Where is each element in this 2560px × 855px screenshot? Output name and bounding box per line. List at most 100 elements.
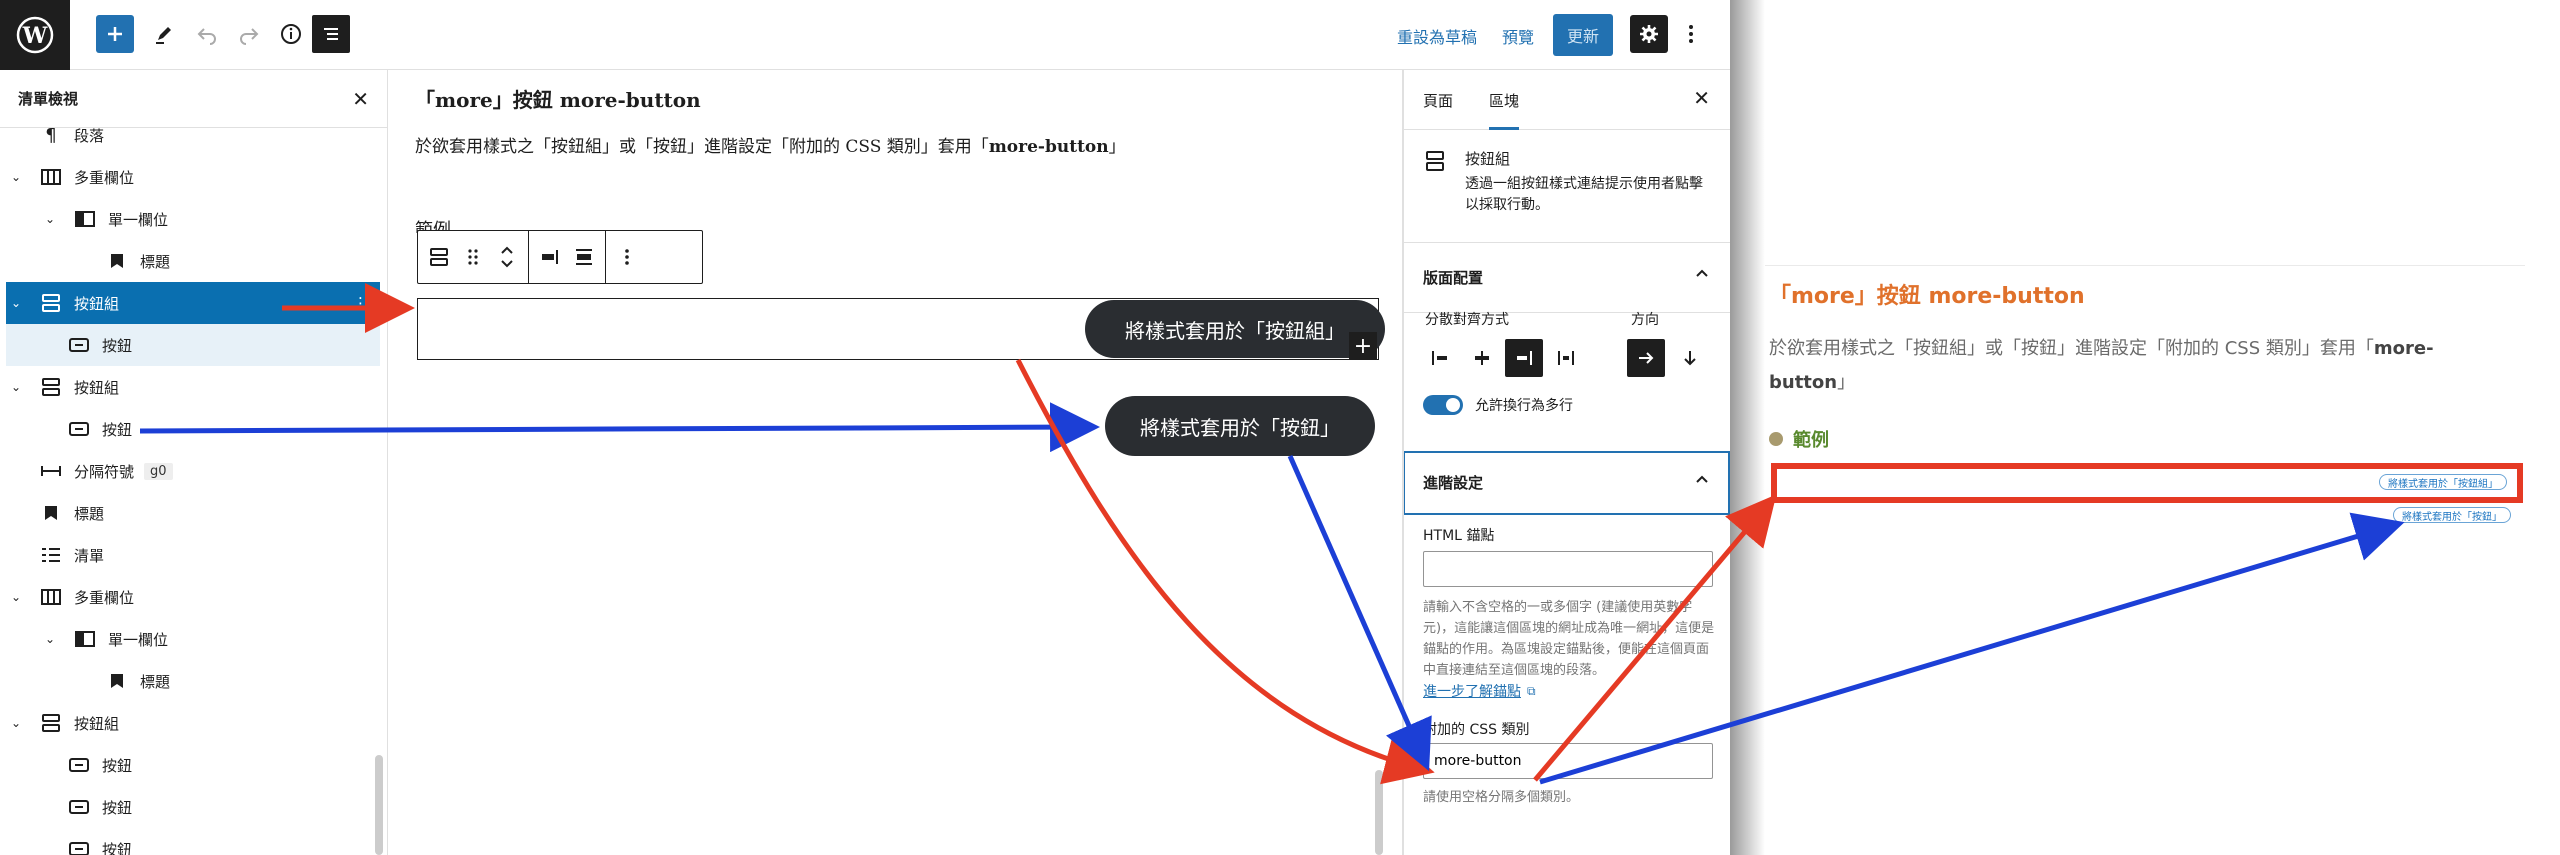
justify-center-icon[interactable]: [1463, 339, 1501, 377]
learn-anchor-link[interactable]: 進一步了解錨點: [1423, 681, 1521, 701]
anchor-tag: g0: [144, 462, 173, 480]
preview-paragraph: 於欲套用樣式之「按鈕組」或「按鈕」進階設定「附加的 CSS 類別」套用「more…: [1769, 332, 2489, 400]
list-item[interactable]: 按鈕: [6, 786, 380, 828]
editor-topbar: W 重設為草稿 預覽 更新: [0, 0, 1730, 70]
annotation-pill-button: 將樣式套用於「按鈕」: [1105, 396, 1375, 456]
bullet-dot-icon: [1769, 432, 1783, 446]
move-up-down-icon[interactable]: [490, 237, 524, 277]
list-item[interactable]: ¶ 段落: [6, 114, 380, 156]
arrow-right-icon[interactable]: [1627, 339, 1665, 377]
separator-icon: [40, 462, 62, 480]
wrap-label: 允許換行為多行: [1475, 398, 1573, 414]
revert-to-draft-button[interactable]: 重設為草稿: [1397, 24, 1477, 48]
css-class-input[interactable]: [1423, 743, 1713, 779]
list-item-label: 按鈕: [102, 840, 133, 855]
list-item[interactable]: ⌄ 多重欄位: [6, 156, 380, 198]
chevron-down-icon[interactable]: ⌄: [6, 170, 26, 184]
canvas-heading[interactable]: 「more」按鈕 more-button: [415, 84, 701, 113]
button-icon: [68, 798, 90, 816]
advanced-panel-body: HTML 錨點 請輸入不含空格的一或多個字 (建議使用英數字元)，這能讓這個區塊…: [1403, 515, 1730, 855]
preview-paragraph-end: 」: [1837, 372, 1856, 393]
chevron-up-icon[interactable]: [1694, 265, 1710, 285]
list-item[interactable]: ⌄ 單一欄位: [6, 198, 380, 240]
list-item[interactable]: ⌄ 單一欄位: [6, 618, 380, 660]
preview-group-button[interactable]: 將樣式套用於「按鈕組」: [2379, 474, 2507, 490]
list-item-label: 多重欄位: [74, 588, 135, 607]
list-item-label: 單一欄位: [108, 630, 169, 649]
button-icon: [68, 420, 90, 438]
sidebar-tabs: 頁面 區塊 ✕: [1403, 70, 1730, 130]
list-item[interactable]: 按鈕: [6, 324, 380, 366]
justify-right-icon[interactable]: [533, 237, 567, 277]
options-icon[interactable]: ⋮: [353, 294, 368, 312]
close-icon[interactable]: ✕: [1693, 86, 1710, 110]
wrap-toggle[interactable]: [1423, 395, 1463, 415]
tab-block[interactable]: 區塊: [1489, 90, 1520, 130]
add-button-icon[interactable]: +: [1349, 332, 1377, 360]
buttons-icon[interactable]: [422, 237, 456, 277]
justify-left-icon[interactable]: [1421, 339, 1459, 377]
preview-heading: 「more」按鈕 more-button: [1769, 284, 2085, 309]
columns-icon: [40, 588, 62, 606]
chevron-down-icon[interactable]: ⌄: [6, 296, 26, 310]
list-item-selected[interactable]: ⌄ 按鈕組 ⋮: [6, 282, 380, 324]
settings-gear-icon[interactable]: [1630, 15, 1668, 53]
chevron-down-icon[interactable]: ⌄: [6, 380, 26, 394]
list-item[interactable]: 按鈕: [6, 408, 380, 450]
list-item[interactable]: ⌄ 按鈕組: [6, 366, 380, 408]
chevron-down-icon[interactable]: ⌄: [40, 212, 60, 226]
wordpress-logo-icon[interactable]: W: [0, 0, 70, 70]
list-view-scrollbar[interactable]: [375, 755, 383, 855]
list-item-label: 按鈕: [102, 798, 133, 817]
tab-page[interactable]: 頁面: [1423, 90, 1453, 111]
list-view-icon[interactable]: [312, 15, 350, 53]
more-options-icon[interactable]: [1672, 15, 1710, 53]
layout-panel-title: 版面配置: [1423, 269, 1484, 287]
vertical-align-icon[interactable]: [567, 237, 601, 277]
settings-sidebar: 頁面 區塊 ✕ 按鈕組 透過一組按鈕樣式連結提示使用者點擊以採取行動。 版面配置…: [1402, 70, 1730, 855]
list-item[interactable]: 按鈕: [6, 828, 380, 855]
list-item-label: 按鈕: [102, 336, 133, 355]
list-item[interactable]: 標題: [6, 660, 380, 702]
list-item-label: 分隔符號: [74, 462, 135, 481]
list-item[interactable]: 標題: [6, 240, 380, 282]
anchor-help-text: 請輸入不含空格的一或多個字 (建議使用英數字元)，這能讓這個區塊的網址成為唯一網…: [1423, 600, 1715, 678]
justify-space-between-icon[interactable]: [1547, 339, 1585, 377]
chevron-down-icon[interactable]: ⌄: [6, 716, 26, 730]
preview-subheading-text: 範例: [1793, 430, 1829, 451]
preview-button[interactable]: 將樣式套用於「按鈕」: [2393, 507, 2511, 523]
preview-button[interactable]: 預覽: [1502, 24, 1534, 48]
pencil-icon[interactable]: [145, 15, 183, 53]
bookmark-icon: [106, 252, 128, 270]
update-button[interactable]: 更新: [1553, 14, 1613, 56]
add-block-icon[interactable]: [96, 15, 134, 53]
list-item[interactable]: 分隔符號 g0: [6, 450, 380, 492]
list-item[interactable]: 按鈕: [6, 744, 380, 786]
chevron-down-icon[interactable]: ⌄: [6, 590, 26, 604]
list-item[interactable]: ⌄ 多重欄位: [6, 576, 380, 618]
html-anchor-input[interactable]: [1423, 551, 1713, 587]
more-options-icon[interactable]: [610, 237, 644, 277]
layout-panel-header[interactable]: 版面配置: [1403, 243, 1730, 313]
undo-icon[interactable]: [188, 15, 226, 53]
block-toolbar: [417, 230, 703, 284]
info-icon[interactable]: [272, 15, 310, 53]
list-item[interactable]: 清單: [6, 534, 380, 576]
chevron-up-icon[interactable]: [1694, 471, 1710, 491]
block-card-title: 按鈕組: [1465, 150, 1511, 168]
drag-handle-icon[interactable]: [456, 237, 490, 277]
close-icon[interactable]: ✕: [352, 87, 369, 111]
canvas-scrollbar[interactable]: [1375, 770, 1383, 855]
editor-canvas: 「more」按鈕 more-button 於欲套用樣式之「按鈕組」或「按鈕」進階…: [405, 70, 1390, 855]
layout-panel-body: 分散對齊方式 方向 允許換行為多行: [1403, 312, 1730, 453]
canvas-paragraph[interactable]: 於欲套用樣式之「按鈕組」或「按鈕」進階設定「附加的 CSS 類別」套用「more…: [415, 132, 1126, 157]
list-item[interactable]: ⌄ 按鈕組: [6, 702, 380, 744]
advanced-panel-header[interactable]: 進階設定: [1403, 451, 1730, 515]
justify-right-icon[interactable]: [1505, 339, 1543, 377]
arrow-down-icon[interactable]: [1671, 339, 1709, 377]
list-item-label: 標題: [140, 252, 171, 271]
preview-paragraph-text: 於欲套用樣式之「按鈕組」或「按鈕」進階設定「附加的 CSS 類別」套用「: [1769, 338, 2374, 359]
list-item[interactable]: 標題: [6, 492, 380, 534]
chevron-down-icon[interactable]: ⌄: [40, 632, 60, 646]
redo-icon[interactable]: [230, 15, 268, 53]
